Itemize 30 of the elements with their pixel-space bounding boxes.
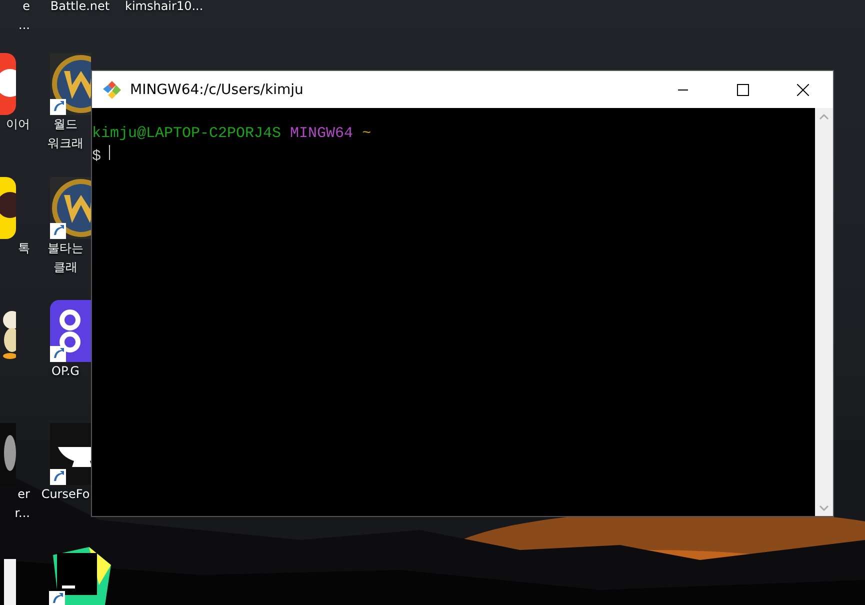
icon-label: 톡 bbox=[18, 240, 30, 257]
icon-label: 불타는 bbox=[48, 240, 84, 257]
icon-label: e bbox=[22, 0, 30, 15]
text-cursor bbox=[109, 145, 110, 160]
icon-label: kimshair10... bbox=[125, 0, 204, 15]
icon-label: CurseFo bbox=[41, 486, 90, 503]
icon-label: 클래 bbox=[54, 259, 78, 276]
app-icon[interactable] bbox=[50, 300, 91, 362]
maximize-icon bbox=[737, 84, 749, 96]
prompt-path: ~ bbox=[362, 125, 372, 142]
caret-down-icon bbox=[819, 504, 829, 510]
icon-label: ... bbox=[18, 17, 30, 34]
prompt-system: MINGW64 bbox=[290, 125, 354, 142]
icon-label: er bbox=[18, 486, 30, 503]
icon-label: r... bbox=[14, 505, 30, 522]
app-icon[interactable] bbox=[49, 545, 111, 605]
caret-up-icon bbox=[819, 114, 829, 120]
prompt-user: kimju@LAPTOP-C2PORJ4S bbox=[92, 125, 282, 142]
prompt-symbol: $ bbox=[92, 148, 102, 165]
app-icon bbox=[102, 80, 122, 100]
window-title: MINGW64:/c/Users/kimju bbox=[130, 82, 304, 98]
icon-label: OP.G bbox=[52, 363, 80, 380]
app-icon[interactable] bbox=[50, 53, 91, 115]
app-icon[interactable] bbox=[50, 177, 91, 239]
icon-label: 이어 bbox=[6, 116, 30, 133]
icon-label: Battle.net bbox=[50, 0, 110, 15]
close-icon bbox=[797, 84, 809, 96]
icon-label: 월드 bbox=[54, 116, 78, 133]
app-icon[interactable] bbox=[50, 423, 91, 485]
icon-label: 워크래 bbox=[48, 135, 84, 152]
